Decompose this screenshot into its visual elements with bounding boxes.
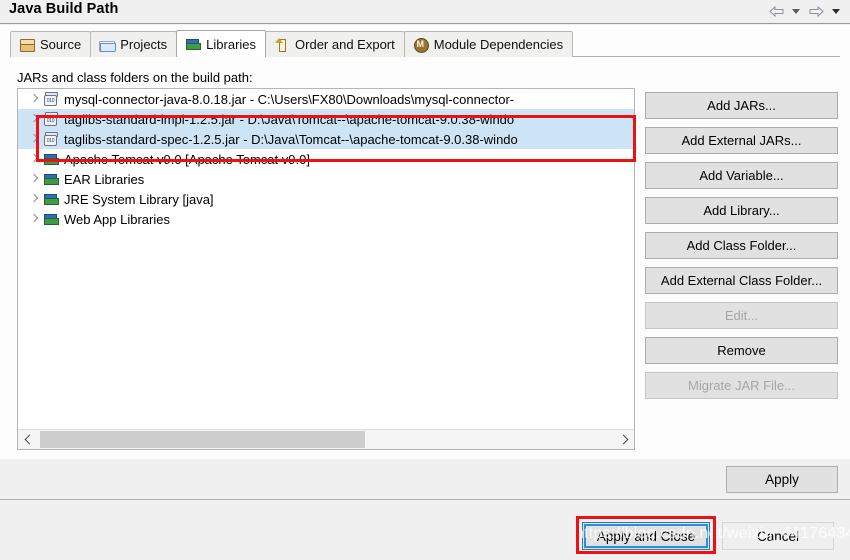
library-icon [43, 171, 59, 187]
tab-strip: Source Projects Libraries Order and Expo… [10, 30, 840, 57]
add-external-jars-button[interactable]: Add External JARs... [645, 127, 838, 154]
jar-icon [43, 111, 59, 127]
tree-row-label: taglibs-standard-spec-1.2.5.jar - D:\Jav… [64, 131, 518, 147]
forward-arrow-glyph [809, 5, 824, 17]
add-library-button[interactable]: Add Library... [645, 197, 838, 224]
apply-and-close-button[interactable]: Apply and Close [582, 522, 710, 550]
chevron-right-glyph [618, 434, 628, 445]
tab-module-dependencies[interactable]: Module Dependencies [403, 31, 574, 57]
module-icon [413, 37, 429, 53]
tab-source[interactable]: Source [10, 31, 92, 57]
jar-icon [43, 91, 59, 107]
horizontal-scrollbar[interactable] [18, 429, 634, 449]
tab-label: Projects [120, 37, 168, 52]
apply-row: Apply [0, 459, 850, 500]
tree-caption: JARs and class folders on the build path… [17, 70, 253, 85]
table-row[interactable]: Apache Tomcat v9.0 [Apache Tomcat v9.0] [18, 149, 634, 169]
tab-libraries[interactable]: Libraries [176, 30, 267, 57]
apply-and-close-wrapper: Apply and Close [582, 522, 710, 550]
tree-row-label: JRE System Library [java] [64, 191, 214, 207]
tab-label: Source [40, 37, 82, 52]
tree-row-label: taglibs-standard-impl-1.2.5.jar - D:\Jav… [64, 111, 515, 127]
table-row[interactable]: Web App Libraries [18, 209, 634, 229]
table-row[interactable]: taglibs-standard-spec-1.2.5.jar - D:\Jav… [18, 129, 634, 149]
library-icon [43, 191, 59, 207]
forward-arrow-icon[interactable] [807, 3, 825, 19]
jar-icon [43, 131, 59, 147]
back-arrow-glyph [768, 5, 783, 17]
tree-row-label: EAR Libraries [64, 171, 145, 187]
back-menu-chevron-down-icon[interactable] [787, 3, 805, 19]
scrollbar-thumb[interactable] [40, 431, 365, 448]
scroll-left-chevron-left-icon[interactable] [18, 430, 38, 449]
add-external-class-folder-button[interactable]: Add External Class Folder... [645, 267, 838, 294]
add-class-folder-button[interactable]: Add Class Folder... [645, 232, 838, 259]
add-variable-button[interactable]: Add Variable... [645, 162, 838, 189]
table-row[interactable]: mysql-connector-java-8.0.18.jar - C:\Use… [18, 89, 634, 109]
library-icon [43, 211, 59, 227]
chevron-down-glyph [832, 8, 840, 14]
tree-row-label: Web App Libraries [64, 211, 170, 227]
table-row[interactable]: EAR Libraries [18, 169, 634, 189]
chevron-down-glyph [792, 8, 800, 14]
side-button-column: Add JARs... Add External JARs... Add Var… [645, 92, 838, 407]
tree-row-label: mysql-connector-java-8.0.18.jar - C:\Use… [64, 91, 515, 107]
dialog-body: Source Projects Libraries Order and Expo… [0, 25, 850, 459]
edit-button: Edit... [645, 302, 838, 329]
table-row[interactable]: taglibs-standard-impl-1.2.5.jar - D:\Jav… [18, 109, 634, 129]
tree-row-label: Apache Tomcat v9.0 [Apache Tomcat v9.0] [64, 151, 310, 167]
expand-chevron-right-icon[interactable] [27, 171, 43, 187]
scroll-right-chevron-right-icon[interactable] [614, 430, 634, 449]
page-title: Java Build Path [9, 1, 119, 17]
dialog-footer: Apply and Close Cancel [0, 500, 850, 560]
expand-chevron-right-icon[interactable] [27, 111, 43, 127]
books-icon [185, 36, 202, 52]
tab-order-and-export[interactable]: Order and Export [265, 31, 405, 57]
chevron-left-glyph [24, 434, 34, 445]
up-arrow-icon [274, 37, 290, 53]
table-row[interactable]: JRE System Library [java] [18, 189, 634, 209]
forward-menu-chevron-down-icon[interactable] [827, 3, 845, 19]
migrate-jar-file-button: Migrate JAR File... [645, 372, 838, 399]
expand-chevron-right-icon[interactable] [27, 211, 43, 227]
package-icon [19, 37, 35, 53]
cancel-button[interactable]: Cancel [722, 522, 834, 550]
tab-projects[interactable]: Projects [90, 31, 178, 57]
expand-chevron-right-icon[interactable] [27, 151, 43, 167]
tab-label: Module Dependencies [433, 37, 564, 52]
build-path-tree[interactable]: mysql-connector-java-8.0.18.jar - C:\Use… [17, 88, 635, 450]
tree-rows: mysql-connector-java-8.0.18.jar - C:\Use… [18, 89, 634, 428]
expand-chevron-right-icon[interactable] [27, 191, 43, 207]
folder-icon [99, 37, 117, 53]
add-jars-button[interactable]: Add JARs... [645, 92, 838, 119]
apply-button[interactable]: Apply [726, 466, 838, 493]
dialog-title-bar: Java Build Path [0, 0, 850, 24]
expand-chevron-right-icon[interactable] [27, 131, 43, 147]
expand-chevron-right-icon[interactable] [27, 91, 43, 107]
tab-label: Order and Export [295, 37, 395, 52]
tab-label: Libraries [206, 36, 257, 52]
library-icon [43, 151, 59, 167]
scrollbar-track[interactable] [38, 430, 614, 449]
back-arrow-icon[interactable] [767, 3, 785, 19]
remove-button[interactable]: Remove [645, 337, 838, 364]
navigation-controls [767, 3, 845, 19]
